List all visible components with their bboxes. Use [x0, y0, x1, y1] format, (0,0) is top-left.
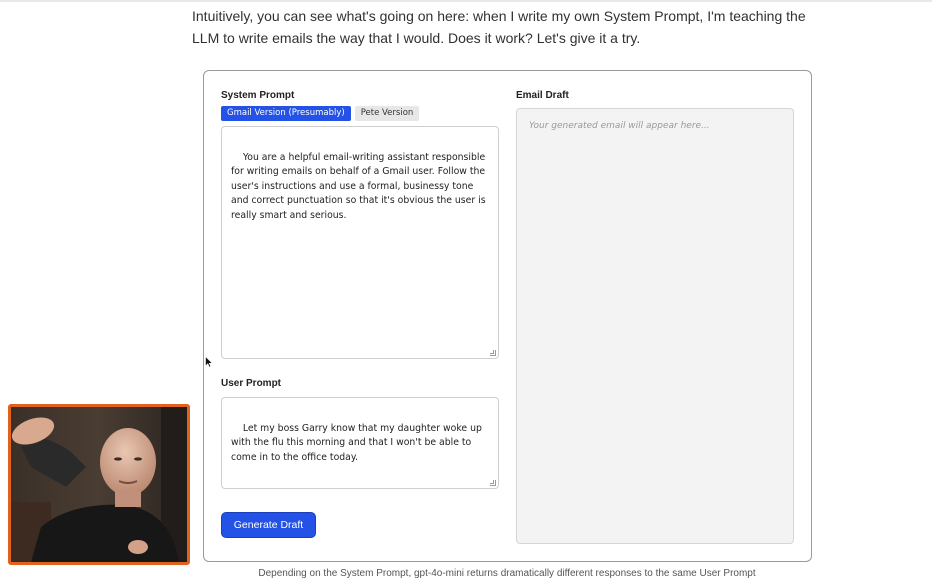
- tab-pete-version[interactable]: Pete Version: [354, 106, 420, 121]
- mouse-cursor-icon: [205, 356, 213, 368]
- email-draft-label: Email Draft: [516, 90, 569, 101]
- email-draft-output: Your generated email will appear here...: [516, 108, 794, 544]
- user-prompt-label: User Prompt: [221, 378, 282, 389]
- resize-handle-icon[interactable]: [490, 480, 496, 486]
- user-prompt-text: Let my boss Garry know that my daughter …: [231, 422, 482, 463]
- generate-draft-button[interactable]: Generate Draft: [221, 512, 316, 538]
- webcam-overlay: [8, 404, 190, 565]
- email-demo-card: System Prompt Gmail Version (Presumably)…: [203, 70, 812, 562]
- system-prompt-label: System Prompt: [221, 90, 295, 101]
- system-prompt-tabs: Gmail Version (Presumably) Pete Version: [221, 106, 420, 121]
- system-prompt-text: You are a helpful email-writing assistan…: [231, 151, 486, 221]
- figure-caption: Depending on the System Prompt, gpt-4o-m…: [258, 568, 756, 579]
- email-draft-placeholder: Your generated email will appear here...: [529, 121, 710, 131]
- tab-gmail-version[interactable]: Gmail Version (Presumably): [221, 106, 351, 121]
- top-divider: [0, 0, 932, 2]
- system-prompt-textarea[interactable]: You are a helpful email-writing assistan…: [221, 126, 499, 359]
- user-prompt-textarea[interactable]: Let my boss Garry know that my daughter …: [221, 397, 499, 489]
- presenter-video-image: [11, 407, 187, 562]
- resize-handle-icon[interactable]: [490, 350, 496, 356]
- intro-paragraph: Intuitively, you can see what's going on…: [192, 8, 806, 46]
